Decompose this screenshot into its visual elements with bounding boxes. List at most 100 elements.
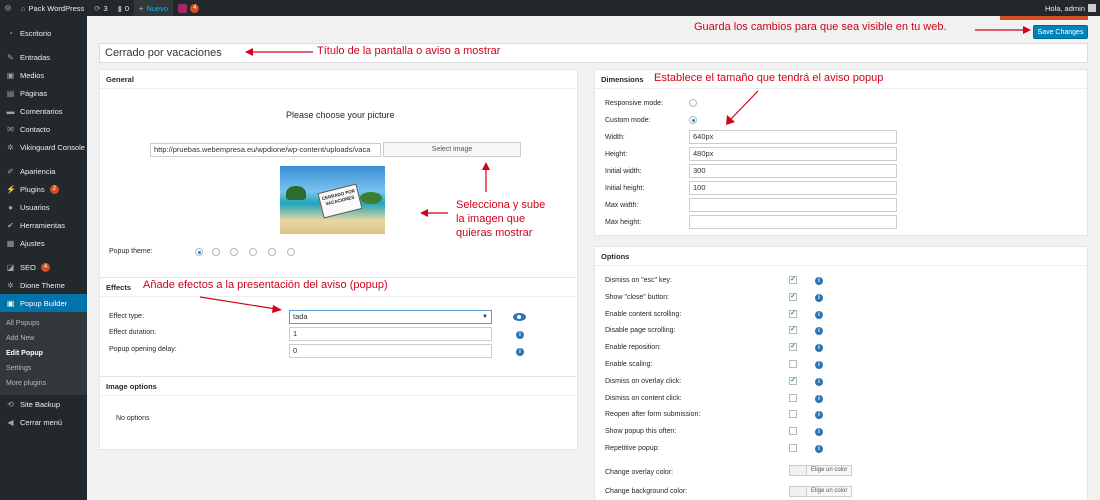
sidebar-item-popup-builder[interactable]: ▣ Popup Builder [0, 294, 87, 312]
pin-icon: ✎ [7, 52, 14, 62]
initial-width-input[interactable]: 300 [689, 164, 897, 178]
submenu-settings[interactable]: Settings [0, 361, 87, 376]
info-icon[interactable]: i [815, 293, 823, 302]
theme-radio-3[interactable] [230, 248, 238, 256]
chevron-down-icon: ▼ [482, 314, 488, 320]
account-menu[interactable]: Hola, admin [1045, 4, 1100, 13]
sidebar-item-label: Vikinguard Console [20, 142, 85, 152]
sidebar-item-site-backup[interactable]: ⟲ Site Backup [0, 395, 87, 413]
image-url-input[interactable]: http://pruebas.webempresa.eu/wpdione/wp-… [150, 143, 381, 157]
sidebar-item-plugins[interactable]: ⚡ Plugins 2 [0, 180, 87, 198]
option-checkbox[interactable] [789, 427, 797, 436]
option-checkbox[interactable]: ✓ [789, 343, 797, 352]
theme-radio-5[interactable] [268, 248, 276, 256]
popup-builder-submenu: All Popups Add New Edit Popup Settings M… [0, 312, 87, 395]
palm-shape [360, 192, 382, 204]
sidebar-item-label: Dione Theme [20, 280, 65, 290]
sidebar-item-usuarios[interactable]: ● Usuarios [0, 198, 87, 216]
dashboard-icon: ◔ [8, 28, 13, 38]
background-color-button[interactable]: Elige un color [806, 486, 853, 497]
background-color-swatch[interactable] [789, 486, 807, 497]
overlay-color-swatch[interactable] [789, 465, 807, 476]
sidebar-item-contacto[interactable]: ✉ Contacto [0, 120, 87, 138]
yoast-link[interactable]: 4 [173, 0, 204, 16]
sidebar-item-herramientas[interactable]: ✔ Herramientas [0, 216, 87, 234]
gear-icon: ✲ [7, 142, 14, 152]
arrow-to-effect-type-icon [200, 296, 282, 313]
info-icon[interactable]: i [815, 394, 823, 403]
option-label: Repetitive popup: [605, 445, 660, 452]
submenu-edit-popup[interactable]: Edit Popup [0, 346, 87, 361]
preview-eye-icon[interactable] [513, 313, 526, 321]
info-icon[interactable]: i [815, 445, 823, 453]
sidebar-item-vikinguard[interactable]: ✲ Vikinguard Console [0, 138, 87, 156]
width-input[interactable]: 640px [689, 130, 897, 144]
vacation-sign: CERRADO POR VACACIONES [317, 183, 363, 219]
option-label: Show popup this often: [605, 428, 677, 436]
updates-link[interactable]: ⟳ 3 [89, 0, 112, 16]
info-icon[interactable]: i [815, 277, 823, 285]
option-checkbox[interactable] [789, 393, 797, 402]
effect-type-select[interactable]: tada ▼ [289, 310, 492, 324]
select-image-button[interactable]: Select image [383, 142, 521, 157]
theme-radio-6[interactable] [287, 248, 295, 256]
option-checkbox[interactable]: ✓ [789, 309, 797, 318]
info-icon[interactable]: i [516, 348, 524, 356]
notice-strip [1000, 16, 1088, 20]
sidebar-collapse-button[interactable]: ◀ Cerrar menú [0, 413, 87, 431]
save-changes-button[interactable]: Save Changes [1033, 25, 1088, 39]
theme-radio-4[interactable] [249, 248, 257, 256]
theme-radio-2[interactable] [212, 248, 220, 256]
annotation-image-line: Selecciona y sube [456, 199, 546, 211]
option-checkbox[interactable]: ✓ [789, 276, 797, 284]
submenu-more-plugins[interactable]: More plugins [0, 376, 87, 391]
max-width-input[interactable] [689, 198, 897, 212]
option-label: Enable scaling: [605, 361, 653, 368]
opening-delay-input[interactable]: 0 [289, 344, 492, 358]
comments-count: 0 [124, 3, 130, 13]
plus-icon: + [139, 3, 144, 13]
info-icon[interactable]: i [815, 377, 823, 386]
sidebar-item-entradas[interactable]: ✎ Entradas [0, 48, 87, 66]
info-icon[interactable]: i [815, 361, 823, 369]
sidebar-item-medios[interactable]: ▣ Medios [0, 66, 87, 84]
height-label: Height: [605, 151, 628, 158]
option-label: Dismiss on content click: [605, 394, 682, 402]
sidebar-item-paginas[interactable]: ▤ Páginas [0, 84, 87, 102]
new-content-link[interactable]: + Nuevo [134, 0, 174, 16]
wordpress-logo-icon[interactable]: W [0, 0, 16, 16]
option-checkbox[interactable]: ✓ [789, 376, 797, 385]
theme-radio-1[interactable] [195, 248, 203, 256]
sidebar-item-escritorio[interactable]: ◔ Escritorio [0, 24, 87, 42]
comments-link[interactable]: ▮ 0 [113, 0, 134, 16]
sidebar-item-dione-theme[interactable]: ✲ Dione Theme [0, 276, 87, 294]
home-icon: ⌂ [21, 3, 26, 13]
option-checkbox[interactable]: ✓ [789, 326, 797, 335]
option-checkbox[interactable] [789, 360, 797, 368]
submenu-add-new[interactable]: Add New [0, 331, 87, 346]
effect-type-value: tada [293, 312, 308, 321]
sidebar-item-label: Contacto [20, 124, 51, 134]
site-name-link[interactable]: ⌂ Pack WordPress [16, 0, 89, 16]
sidebar-item-apariencia[interactable]: ✐ Apariencia [0, 162, 87, 180]
effect-duration-input[interactable]: 1 [289, 327, 492, 341]
sidebar-item-ajustes[interactable]: ▦ Ajustes [0, 234, 87, 252]
sidebar-item-label: Popup Builder [20, 298, 68, 308]
option-checkbox[interactable] [789, 444, 797, 452]
submenu-all-popups[interactable]: All Popups [0, 316, 87, 331]
info-icon[interactable]: i [815, 310, 823, 319]
sidebar-item-seo[interactable]: ◪ SEO 4 [0, 258, 87, 276]
annotation-dimensions: Establece el tamaño que tendrá el aviso … [654, 72, 884, 84]
option-checkbox[interactable] [789, 410, 797, 419]
responsive-mode-radio[interactable] [689, 99, 697, 107]
sidebar-item-comentarios[interactable]: ▬ Comentarios [0, 102, 87, 120]
option-checkbox[interactable]: ✓ [789, 292, 797, 301]
custom-mode-radio[interactable] [689, 116, 697, 124]
info-icon[interactable]: i [516, 331, 524, 339]
max-height-input[interactable] [689, 215, 897, 229]
overlay-color-button[interactable]: Elige un color [806, 465, 853, 476]
height-input[interactable]: 480px [689, 147, 897, 161]
initial-height-input[interactable]: 100 [689, 181, 897, 195]
yoast-badge: 4 [190, 3, 200, 13]
annotation-image-line: la imagen que [456, 213, 526, 225]
